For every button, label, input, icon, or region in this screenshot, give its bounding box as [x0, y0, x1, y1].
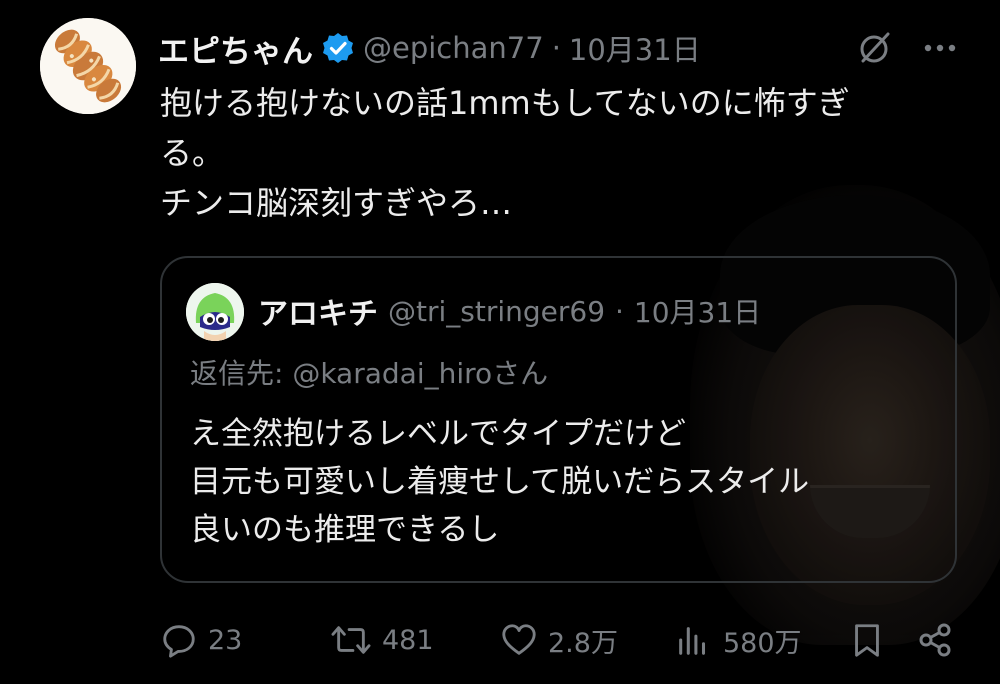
views-count: 580万 — [723, 627, 802, 659]
share-button[interactable] — [915, 610, 955, 670]
repost-count: 481 — [382, 624, 434, 656]
squid-avatar-image — [186, 283, 244, 341]
author-avatar[interactable] — [40, 18, 136, 114]
bookmark-icon — [855, 624, 879, 657]
repost-icon — [331, 626, 371, 654]
views-button[interactable]: 580万 — [675, 610, 802, 670]
quoted-tweet-header: アロキチ @tri_stringer69 · 10月31日 — [258, 286, 761, 336]
quote-date[interactable]: 10月31日 — [634, 291, 761, 331]
tweet-text-line: 抱ける抱けないの話1mmもしてないのに怖すぎ — [160, 84, 850, 122]
repost-button[interactable]: 481 — [330, 610, 434, 670]
heart-icon — [502, 624, 536, 655]
separator-dot: · — [615, 294, 624, 328]
grok-icon[interactable] — [855, 28, 895, 68]
tweet-text: 抱ける抱けないの話1mmもしてないのに怖すぎ る。 チンコ脳深刻すぎやろ… — [160, 78, 930, 228]
tweet-date[interactable]: 10月31日 — [569, 27, 701, 69]
more-icon[interactable] — [918, 30, 962, 66]
reply-count: 23 — [208, 624, 243, 656]
quote-author-avatar[interactable] — [186, 283, 244, 341]
quote-text-line: え全然抱けるレベルでタイプだけど — [190, 416, 686, 452]
tweet-screen: エピちゃん @epichan77 · 10月31日 抱ける抱けないの話1mmもし… — [0, 0, 1000, 684]
tweet-header: エピちゃん @epichan77 · 10月31日 — [158, 20, 701, 76]
reply-button[interactable]: 23 — [160, 610, 242, 670]
tweet-action-bar: 23 481 2.8万 580万 — [0, 610, 1000, 670]
reply-to-label[interactable]: 返信先: @karadai_hiroさん — [190, 352, 548, 392]
tweet-text-line: る。 — [160, 134, 225, 172]
bookmark-button[interactable] — [848, 610, 886, 670]
quote-author-display-name[interactable]: アロキチ — [258, 289, 378, 333]
quote-text-line: 目元も可愛いし着痩せして脱いだらスタイル — [190, 464, 810, 500]
bread-avatar-image — [40, 18, 136, 114]
like-button[interactable]: 2.8万 — [500, 610, 618, 670]
share-icon — [919, 623, 951, 657]
quote-author-handle[interactable]: @tri_stringer69 — [388, 295, 605, 328]
reply-icon — [163, 625, 195, 658]
author-handle[interactable]: @epichan77 — [363, 31, 544, 65]
like-count: 2.8万 — [548, 627, 618, 659]
verified-badge-icon — [321, 31, 355, 65]
quote-text-line: 良いのも推理できるし — [190, 512, 500, 548]
separator-dot: · — [551, 31, 561, 65]
views-icon — [679, 627, 706, 655]
quoted-tweet-text: え全然抱けるレベルでタイプだけど 目元も可愛いし着痩せして脱いだらスタイル 良い… — [190, 410, 930, 554]
tweet-text-line: チンコ脳深刻すぎやろ… — [160, 184, 513, 222]
author-display-name[interactable]: エピちゃん — [158, 26, 313, 71]
